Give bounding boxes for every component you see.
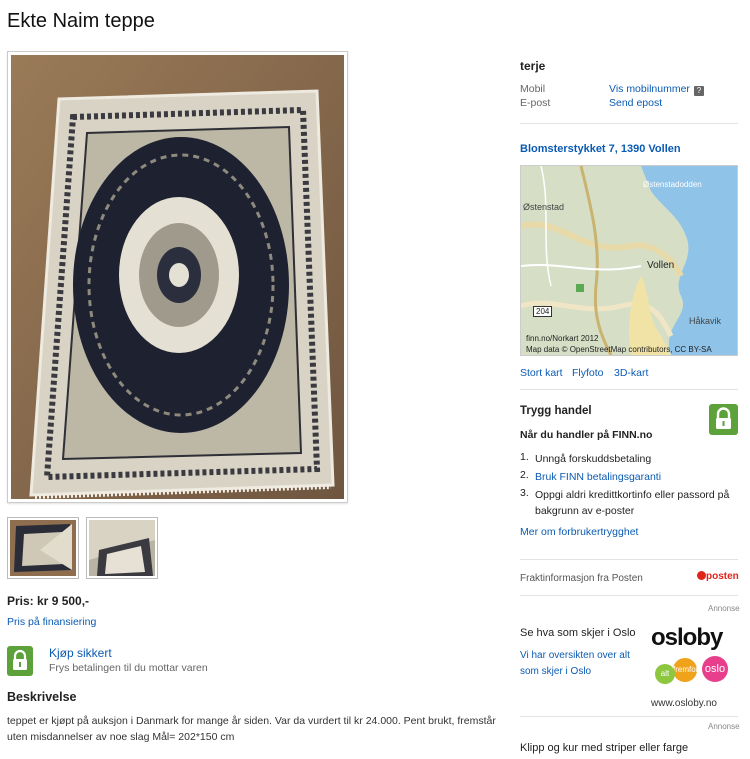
divider	[520, 123, 738, 124]
ad-label: Annonse	[708, 722, 740, 731]
mobile-label: Mobil	[520, 83, 546, 95]
map-graphic	[521, 166, 737, 355]
posten-horn-icon	[697, 571, 706, 580]
item-text: Unngå forskuddsbetaling	[535, 453, 652, 465]
send-email-link[interactable]: Send epost	[609, 97, 662, 109]
thumbnail-2[interactable]	[86, 517, 158, 579]
help-icon[interactable]: ?	[693, 86, 704, 96]
address: Blomsterstykket 7, 1390 Vollen	[520, 143, 681, 155]
rug-illustration	[11, 55, 344, 499]
oslo-ad-text[interactable]: Vi har oversikten over alt som skjer i O…	[520, 648, 640, 680]
road-badge: 204	[533, 306, 553, 317]
mobile-row: Vis mobilnummer?	[609, 83, 704, 96]
map-label-ostenstad: Østenstad	[523, 202, 565, 212]
map-label-hakavik: Håkavik	[689, 316, 722, 326]
item-text: Oppgi aldri kredittkortinfo eller passor…	[535, 489, 730, 517]
listing-title: Ekte Naim teppe	[7, 10, 155, 32]
aerial-photo-link[interactable]: Flyfoto	[572, 367, 604, 379]
description-heading: Beskrivelse	[7, 690, 77, 704]
large-map-link[interactable]: Stort kart	[520, 367, 563, 379]
divider	[520, 716, 738, 717]
map-attribution: finn.no/Norkart 2012	[526, 334, 599, 343]
consumer-safety-link[interactable]: Mer om forbrukertrygghet	[520, 526, 738, 538]
item-number: 2.	[520, 469, 529, 481]
safe-trade-heading: Trygg handel	[520, 405, 592, 417]
payment-guarantee-link[interactable]: Bruk FINN betalingsgaranti	[535, 469, 735, 485]
seller-name: terje	[520, 59, 546, 73]
item-number: 1.	[520, 451, 529, 463]
thumbnail-1-image	[10, 520, 76, 576]
price: Pris: kr 9 500,-	[7, 594, 90, 608]
map[interactable]: Østenstadodden Østenstad Vollen Håkavik …	[520, 165, 738, 356]
map-data-attribution: Map data © OpenStreetMap contributors, C…	[526, 345, 712, 354]
item-number: 3.	[520, 487, 529, 499]
posten-logo[interactable]: posten	[697, 571, 739, 582]
buy-safe-subtitle: Frys betalingen til du mottar varen	[49, 662, 208, 674]
description-text: teppet er kjøpt på auksjon i Danmark for…	[7, 715, 496, 743]
alt-bubble: alt	[655, 664, 675, 684]
rug-photo	[11, 55, 344, 499]
fremfor-bubble: fremfor	[673, 658, 698, 682]
email-label: E-post	[520, 97, 551, 109]
thumbnail-1[interactable]	[7, 517, 79, 579]
buy-safe-link[interactable]: Kjøp sikkert	[49, 646, 112, 660]
map-label-ostenstadodden: Østenstadodden	[643, 180, 702, 189]
osloby-url[interactable]: www.osloby.no	[651, 698, 717, 709]
lock-icon	[7, 646, 33, 676]
map-label-vollen: Vollen	[647, 260, 675, 271]
osloby-logo[interactable]: osloby	[651, 624, 723, 652]
divider	[520, 389, 738, 390]
oslo-bubble: oslo	[702, 656, 728, 682]
3d-map-link[interactable]: 3D-kart	[614, 367, 648, 379]
thumbnail-2-image	[89, 520, 155, 576]
posten-logo-text: posten	[706, 571, 739, 582]
safe-trade-subheading: Når du handler på FINN.no	[520, 429, 653, 441]
divider	[520, 595, 738, 596]
divider	[520, 559, 738, 560]
clip-ad-heading[interactable]: Klipp og kur med striper eller farge	[520, 742, 738, 754]
ad-label: Annonse	[708, 604, 740, 613]
show-mobile-link[interactable]: Vis mobilnummer	[609, 83, 690, 95]
main-image[interactable]	[7, 51, 348, 503]
financing-link[interactable]: Pris på finansiering	[7, 616, 96, 628]
